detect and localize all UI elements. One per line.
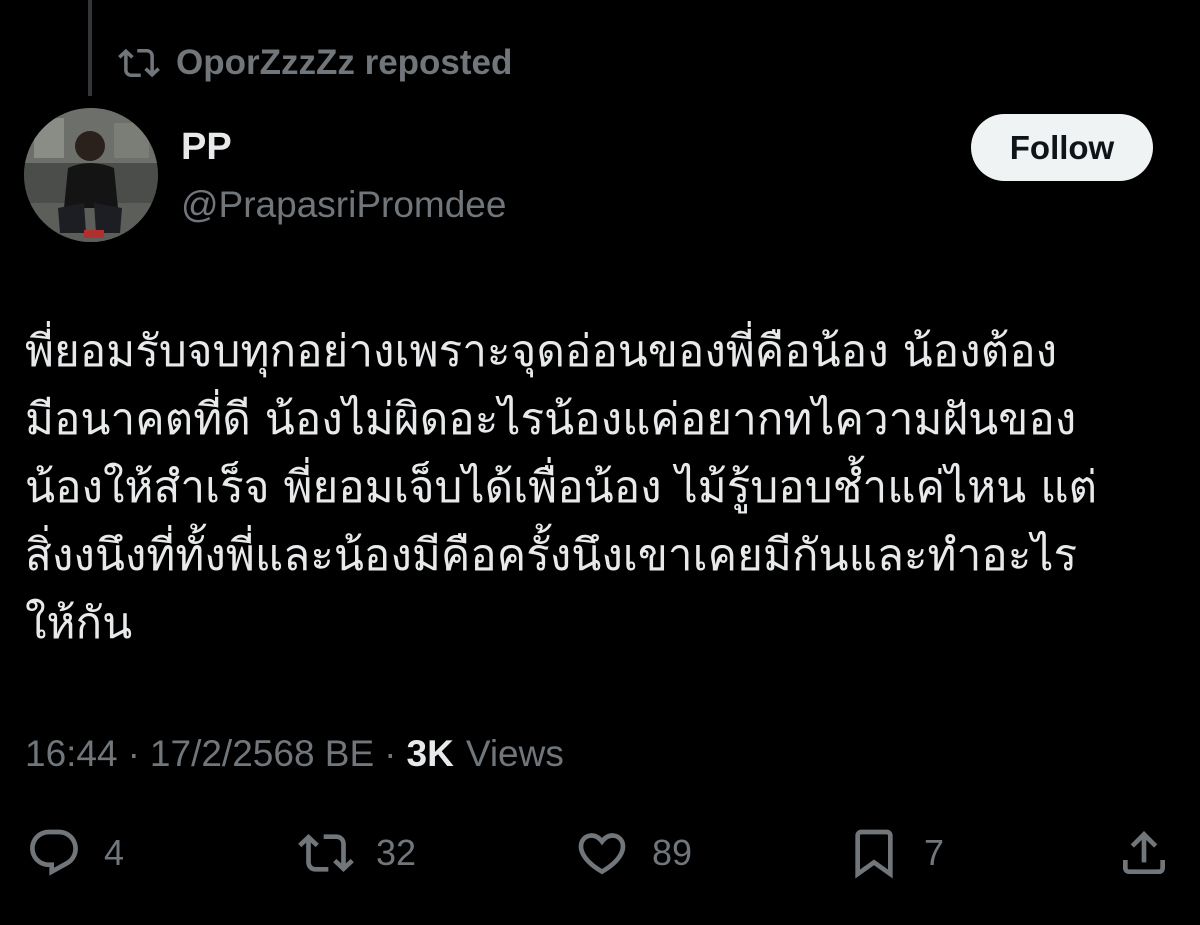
bookmark-icon xyxy=(846,825,902,881)
avatar[interactable] xyxy=(24,108,158,242)
reply-icon xyxy=(26,825,82,881)
tweet-date[interactable]: 17/2/2568 BE xyxy=(150,733,374,775)
repost-icon xyxy=(118,42,160,84)
heart-icon xyxy=(574,825,630,881)
reply-count: 4 xyxy=(104,832,125,873)
meta-separator: · xyxy=(384,733,397,774)
share-button[interactable] xyxy=(1116,818,1172,888)
like-button[interactable]: 89 xyxy=(574,818,692,888)
tweet-meta: 16:44 · 17/2/2568 BE · 3K Views xyxy=(25,728,564,780)
tweet-time[interactable]: 16:44 xyxy=(25,733,118,775)
repost-count: 32 xyxy=(376,832,417,873)
action-bar: 4 32 89 7 xyxy=(0,818,1200,888)
follow-button[interactable]: Follow xyxy=(971,114,1153,181)
thread-line xyxy=(88,0,92,96)
bookmark-button[interactable]: 7 xyxy=(846,818,944,888)
author-display-name[interactable]: PP xyxy=(181,126,232,169)
share-icon xyxy=(1116,825,1172,881)
repost-icon xyxy=(298,825,354,881)
views-count[interactable]: 3K xyxy=(407,733,454,775)
views-label[interactable]: Views xyxy=(466,733,564,775)
bookmark-count: 7 xyxy=(924,832,945,873)
tweet-text: พี่ยอมรับจบทุกอย่างเพราะจุดอ่อนของพี่คือ… xyxy=(25,326,1098,649)
tweet-page: OporZzzZz reposted PP @PrapasriPromdee F… xyxy=(0,0,1200,925)
reply-button[interactable]: 4 xyxy=(26,818,124,888)
like-count: 89 xyxy=(652,832,693,873)
repost-button[interactable]: 32 xyxy=(298,818,416,888)
repost-context-text: OporZzzZz reposted xyxy=(176,43,513,82)
repost-context[interactable]: OporZzzZz reposted xyxy=(118,40,512,86)
meta-separator: · xyxy=(127,733,140,774)
author-handle[interactable]: @PrapasriPromdee xyxy=(181,184,506,226)
